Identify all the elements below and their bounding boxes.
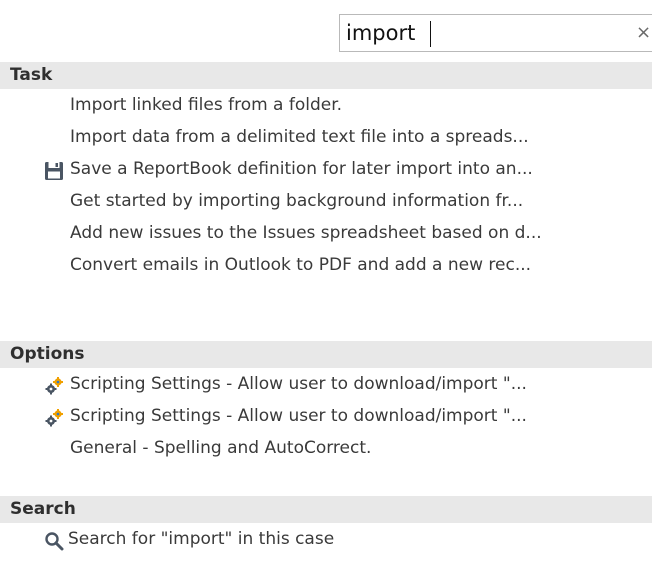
- search-item[interactable]: Search for "import" in this case: [0, 523, 652, 555]
- search-row: ×: [0, 0, 652, 62]
- search-box[interactable]: ×: [339, 14, 652, 52]
- task-item-label: Import linked files from a folder.: [70, 95, 343, 115]
- options-item-label: Scripting Settings - Allow user to downl…: [70, 374, 527, 394]
- task-item-label: Import data from a delimited text file i…: [70, 127, 529, 147]
- task-item-label: Add new issues to the Issues spreadsheet…: [70, 223, 542, 243]
- options-item-label: Scripting Settings - Allow user to downl…: [70, 406, 527, 426]
- section-header-options: Options: [0, 341, 652, 368]
- options-item[interactable]: Scripting Settings - Allow user to downl…: [0, 368, 652, 400]
- task-item-label: Convert emails in Outlook to PDF and add…: [70, 255, 532, 275]
- section-header-search: Search: [0, 496, 652, 523]
- search-icon: [44, 530, 64, 551]
- search-input[interactable]: [346, 17, 626, 49]
- gears-icon: [44, 407, 64, 427]
- task-item[interactable]: Save a ReportBook definition for later i…: [0, 153, 652, 185]
- options-item-label: General - Spelling and AutoCorrect.: [70, 438, 372, 458]
- save-icon: [44, 160, 64, 180]
- search-item-label: Search for "import" in this case: [68, 529, 335, 549]
- options-item[interactable]: Scripting Settings - Allow user to downl…: [0, 400, 652, 432]
- options-item[interactable]: General - Spelling and AutoCorrect.: [0, 432, 652, 464]
- task-item-label: Save a ReportBook definition for later i…: [70, 159, 533, 179]
- text-caret: [430, 21, 431, 47]
- task-item[interactable]: Get started by importing background info…: [0, 185, 652, 217]
- task-item[interactable]: Import data from a delimited text file i…: [0, 121, 652, 153]
- task-item[interactable]: Convert emails in Outlook to PDF and add…: [0, 249, 652, 281]
- clear-icon[interactable]: ×: [636, 21, 652, 45]
- task-item[interactable]: Add new issues to the Issues spreadsheet…: [0, 217, 652, 249]
- task-item-label: Get started by importing background info…: [70, 191, 524, 211]
- task-item[interactable]: Import linked files from a folder.: [0, 89, 652, 121]
- section-header-task: Task: [0, 62, 652, 89]
- gears-icon: [44, 375, 64, 395]
